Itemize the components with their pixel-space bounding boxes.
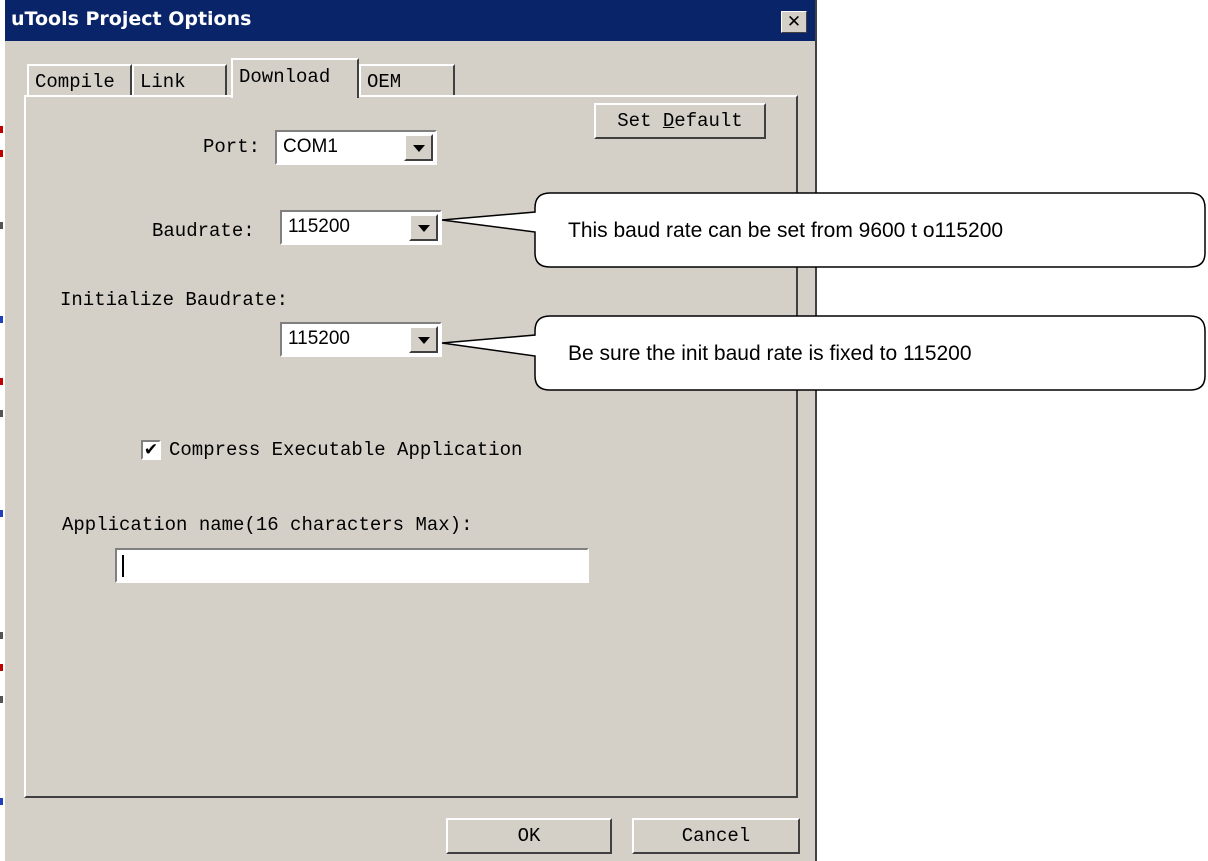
- tab-oem[interactable]: OEM: [359, 64, 455, 97]
- init-baudrate-select[interactable]: 115200: [280, 322, 442, 357]
- baud-callout-text: This baud rate can be set from 9600 t o1…: [568, 219, 1004, 242]
- cancel-button[interactable]: Cancel: [632, 818, 800, 854]
- edge-mark: [0, 222, 3, 229]
- tab-label: Link: [140, 71, 186, 93]
- ok-button[interactable]: OK: [446, 818, 612, 854]
- chevron-down-icon[interactable]: [409, 326, 438, 353]
- baudrate-select[interactable]: 115200: [280, 210, 442, 245]
- set-default-label-prefix: Set: [617, 110, 663, 132]
- baudrate-value: 115200: [288, 216, 350, 237]
- check-icon: ✔: [143, 440, 159, 460]
- compress-label[interactable]: Compress Executable Application: [169, 439, 522, 461]
- tab-label: OEM: [367, 71, 402, 93]
- set-default-accelerator: D: [662, 110, 675, 132]
- tab-label: Download: [239, 66, 331, 88]
- cancel-label: Cancel: [681, 825, 751, 847]
- chevron-down-icon[interactable]: [409, 214, 438, 241]
- edge-mark: [0, 126, 3, 133]
- port-value: COM1: [283, 136, 338, 157]
- set-default-button[interactable]: Set Default: [594, 103, 766, 139]
- chevron-down-icon[interactable]: [404, 134, 433, 161]
- edge-mark: [0, 410, 3, 417]
- window-title: uTools Project Options: [11, 8, 252, 30]
- init-callout-text: Be sure the init baud rate is fixed to 1…: [568, 342, 972, 365]
- edge-mark: [0, 664, 3, 671]
- ok-label: OK: [517, 825, 541, 847]
- edge-mark: [0, 632, 3, 639]
- edge-mark: [0, 696, 3, 703]
- app-name-input[interactable]: [115, 548, 589, 583]
- tab-label: Compile: [35, 71, 115, 93]
- tab-link[interactable]: Link: [132, 64, 227, 97]
- title-bar[interactable]: uTools Project Options ✕: [5, 0, 815, 41]
- baudrate-label: Baudrate:: [152, 220, 255, 242]
- project-options-dialog: uTools Project Options ✕ Compile Link Do…: [5, 0, 817, 861]
- app-name-label: Application name(16 characters Max):: [62, 514, 473, 536]
- edge-mark: [0, 150, 3, 157]
- init-baudrate-value: 115200: [288, 328, 350, 349]
- tab-download[interactable]: Download: [231, 58, 359, 98]
- close-button[interactable]: ✕: [781, 11, 807, 33]
- edge-mark: [0, 798, 3, 805]
- tab-compile[interactable]: Compile: [27, 64, 132, 97]
- edge-mark: [0, 316, 3, 323]
- port-select[interactable]: COM1: [275, 130, 437, 165]
- compress-checkbox[interactable]: ✔: [141, 440, 161, 460]
- edge-mark: [0, 378, 3, 385]
- edge-mark: [0, 510, 3, 517]
- port-label: Port:: [203, 136, 261, 158]
- init-baudrate-label: Initialize Baudrate:: [60, 289, 289, 311]
- close-icon: ✕: [786, 12, 802, 32]
- set-default-label-suffix: efault: [674, 110, 743, 132]
- text-caret: [122, 555, 124, 577]
